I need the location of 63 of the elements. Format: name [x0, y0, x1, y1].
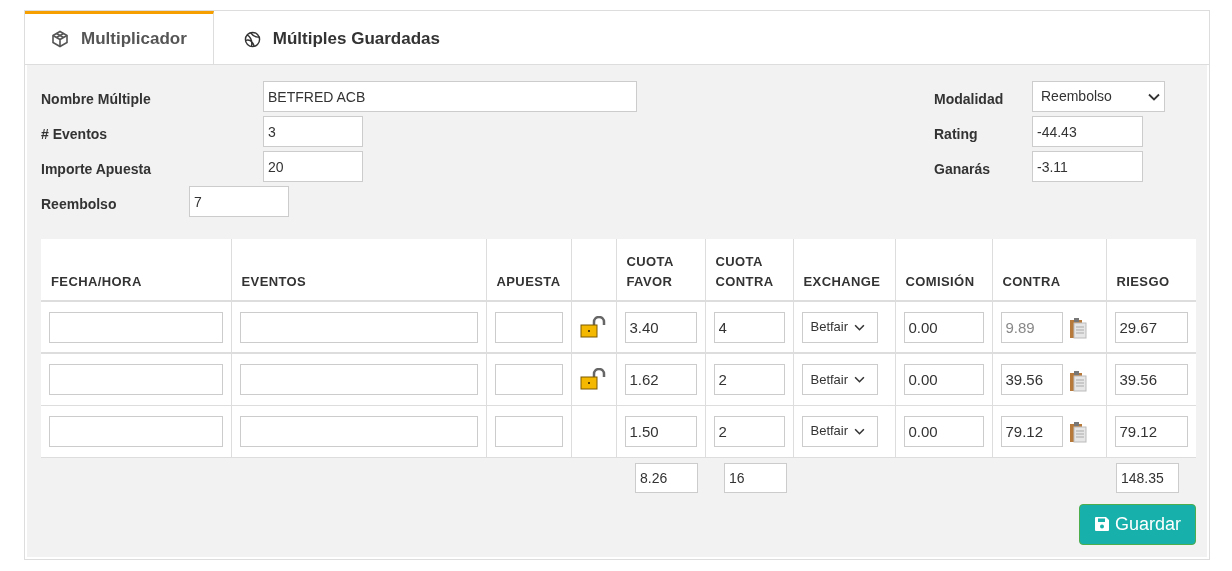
field-label: Importe Apuesta: [41, 160, 152, 179]
input-field[interactable]: 2: [713, 415, 785, 447]
clipboard-icon[interactable]: [1070, 318, 1088, 340]
column-header: CUOTA CONTRA: [705, 239, 793, 301]
input-field[interactable]: 2: [713, 363, 785, 395]
input-field[interactable]: 7: [189, 186, 289, 217]
field-label: Nombre Múltiple: [41, 90, 152, 109]
input-field[interactable]: [494, 415, 563, 447]
column-header: FECHA/HORA: [41, 239, 231, 301]
select-field[interactable]: Reembolso: [1032, 81, 1165, 112]
column-header: RIESGO: [1106, 239, 1196, 301]
field-label: # Eventos: [41, 125, 109, 144]
column-header: CONTRA: [992, 239, 1106, 301]
field-label: Ganarás: [934, 160, 992, 179]
input-field[interactable]: 1.50: [624, 415, 697, 447]
caret-icon: [1148, 92, 1160, 101]
input-field[interactable]: [239, 311, 478, 343]
input-field[interactable]: [49, 311, 223, 343]
caret-icon: [854, 427, 866, 435]
input-field[interactable]: [239, 363, 478, 395]
input-field[interactable]: 3.40: [624, 311, 697, 343]
ball-icon: [243, 30, 261, 48]
input-field[interactable]: 29.67: [1114, 311, 1188, 343]
field-label: Modalidad: [934, 90, 1005, 109]
input-field[interactable]: 3: [263, 116, 363, 147]
input-field[interactable]: -44.43: [1032, 116, 1143, 147]
input-field[interactable]: 1.62: [624, 363, 697, 395]
input-field[interactable]: [239, 415, 478, 447]
input-field[interactable]: 0.00: [903, 415, 984, 447]
field-label: Reembolso: [41, 195, 118, 214]
clipboard-icon[interactable]: [1070, 422, 1088, 444]
input-field[interactable]: 4: [713, 311, 785, 343]
input-field[interactable]: 39.56: [1000, 363, 1063, 395]
caret-icon: [854, 323, 866, 331]
select-field[interactable]: Betfair: [801, 363, 878, 395]
select-field[interactable]: Betfair: [801, 415, 878, 447]
total-field[interactable]: 16: [724, 462, 787, 493]
column-header: CUOTA FAVOR: [616, 239, 705, 301]
save-icon: [1093, 516, 1110, 532]
input-field[interactable]: 39.56: [1114, 363, 1188, 395]
clipboard-icon[interactable]: [1070, 370, 1088, 392]
input-field[interactable]: 20: [263, 151, 363, 182]
cube-icon: [51, 30, 69, 48]
input-field[interactable]: [49, 363, 223, 395]
column-header: COMISIÓN: [895, 239, 992, 301]
input-field[interactable]: 79.12: [1000, 415, 1063, 447]
total-field[interactable]: 148.35: [1116, 462, 1179, 493]
tab[interactable]: Multiplicador: [25, 11, 214, 64]
input-field[interactable]: 0.00: [903, 311, 984, 343]
column-header: EVENTOS: [231, 239, 486, 301]
input-field[interactable]: 0.00: [903, 363, 984, 395]
column-header: APUESTA: [486, 239, 571, 301]
column-header: EXCHANGE: [793, 239, 895, 301]
input-field[interactable]: -3.11: [1032, 151, 1143, 182]
field-label: Rating: [934, 125, 979, 144]
select-field[interactable]: Betfair: [801, 311, 878, 343]
caret-icon: [854, 375, 866, 383]
input-field[interactable]: BETFRED ACB: [263, 81, 637, 112]
input-field[interactable]: [49, 415, 223, 447]
input-field[interactable]: [494, 363, 563, 395]
input-field[interactable]: [494, 311, 563, 343]
total-field[interactable]: 8.26: [635, 462, 698, 493]
input-field[interactable]: 79.12: [1114, 415, 1188, 447]
